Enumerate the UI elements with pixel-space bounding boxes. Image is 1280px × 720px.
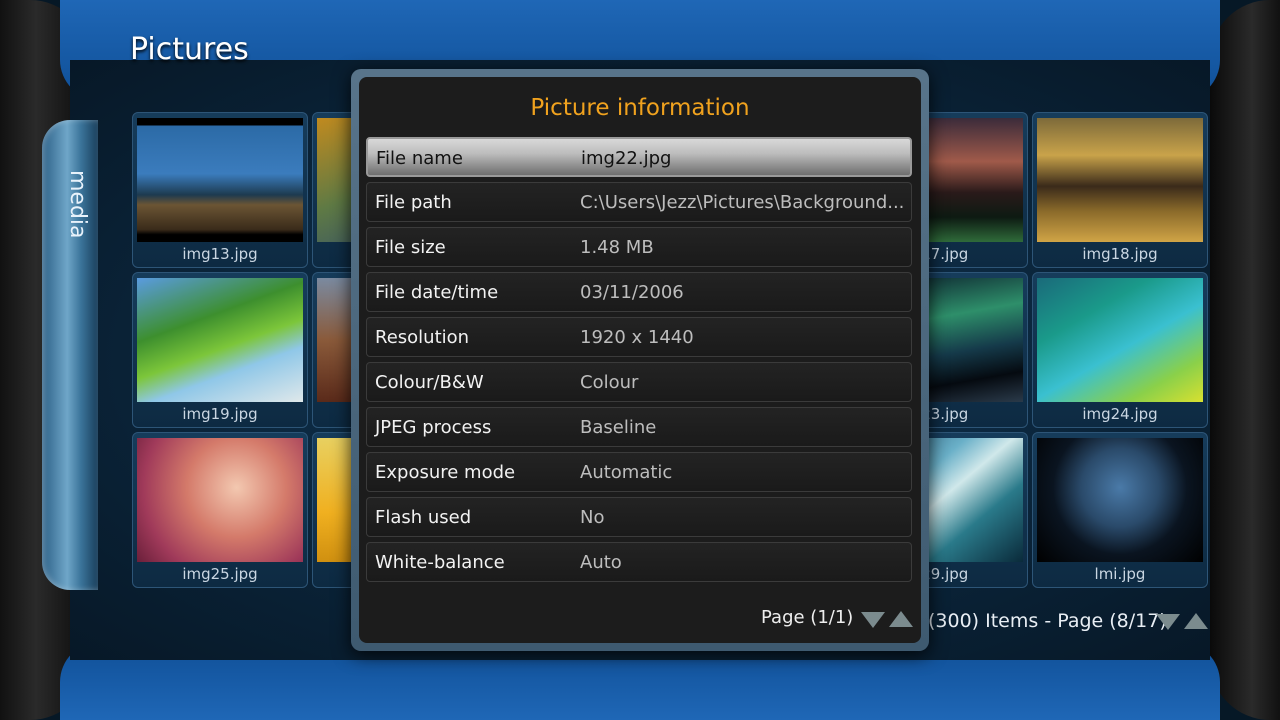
right-bezel [1210,0,1280,720]
media-tab-label: media [65,170,90,239]
info-label: Flash used [375,507,472,528]
info-label: White-balance [375,552,505,573]
thumbnail-image [1037,278,1203,402]
dialog-page-indicator: Page (1/1) [761,607,854,628]
info-value: Automatic [580,462,673,483]
dialog-scroll-up-icon[interactable] [889,611,913,627]
info-value: img22.jpg [581,148,672,169]
info-row-file-size[interactable]: File size 1.48 MB [366,227,912,267]
picture-info-dialog: Picture information File name img22.jpg … [351,69,929,651]
info-label: File path [375,192,452,213]
info-value: Auto [580,552,622,573]
info-value: Baseline [580,417,657,438]
info-value: 03/11/2006 [580,282,684,303]
thumbnail-image [137,278,303,402]
info-value: 1.48 MB [580,237,654,258]
info-label: Exposure mode [375,462,516,483]
thumbnail-caption: lmi.jpg [1094,565,1146,583]
thumbnail-image [137,438,303,562]
info-row-resolution[interactable]: Resolution 1920 x 1440 [366,317,912,357]
info-row-file-date[interactable]: File date/time 03/11/2006 [366,272,912,312]
info-row-file-name[interactable]: File name img22.jpg [366,137,912,177]
page-up-icon[interactable] [1184,613,1208,629]
items-page-status: (300) Items - Page (8/17) [928,610,1167,632]
thumbnail-tile[interactable]: img19.jpg [132,272,308,428]
thumbnail-tile[interactable]: img13.jpg [132,112,308,268]
thumbnail-tile[interactable]: img25.jpg [132,432,308,588]
dialog-title: Picture information [530,95,750,121]
thumbnail-caption: img18.jpg [1082,245,1158,263]
info-label: JPEG process [375,417,492,438]
page-down-icon[interactable] [1156,614,1180,630]
info-row-file-path[interactable]: File path C:\Users\Jezz\Pictures\Backgro… [366,182,912,222]
thumbnail-tile[interactable]: img18.jpg [1032,112,1208,268]
thumbnail-tile[interactable]: img24.jpg [1032,272,1208,428]
thumbnail-image [137,118,303,242]
info-value: 1920 x 1440 [580,327,694,348]
thumbnail-caption: img13.jpg [182,245,258,263]
info-value: No [580,507,605,528]
info-row-jpeg-process[interactable]: JPEG process Baseline [366,407,912,447]
thumbnail-image [1037,438,1203,562]
info-row-colour[interactable]: Colour/B&W Colour [366,362,912,402]
thumbnail-caption: img24.jpg [1082,405,1158,423]
info-label: File size [375,237,446,258]
info-label: Resolution [375,327,470,348]
info-row-white-balance[interactable]: White-balance Auto [366,542,912,582]
info-row-exposure-mode[interactable]: Exposure mode Automatic [366,452,912,492]
info-label: File name [376,148,463,169]
info-label: Colour/B&W [375,372,484,393]
dialog-body: Picture information File name img22.jpg … [359,77,921,643]
info-label: File date/time [375,282,499,303]
thumbnail-caption: img19.jpg [182,405,258,423]
info-value: C:\Users\Jezz\Pictures\Background... [580,192,905,213]
thumbnail-image [1037,118,1203,242]
info-row-flash-used[interactable]: Flash used No [366,497,912,537]
thumbnail-tile[interactable]: lmi.jpg [1032,432,1208,588]
thumbnail-caption: img25.jpg [182,565,258,583]
page-title: Pictures [130,32,249,67]
dialog-scroll-down-icon[interactable] [861,612,885,628]
info-value: Colour [580,372,639,393]
